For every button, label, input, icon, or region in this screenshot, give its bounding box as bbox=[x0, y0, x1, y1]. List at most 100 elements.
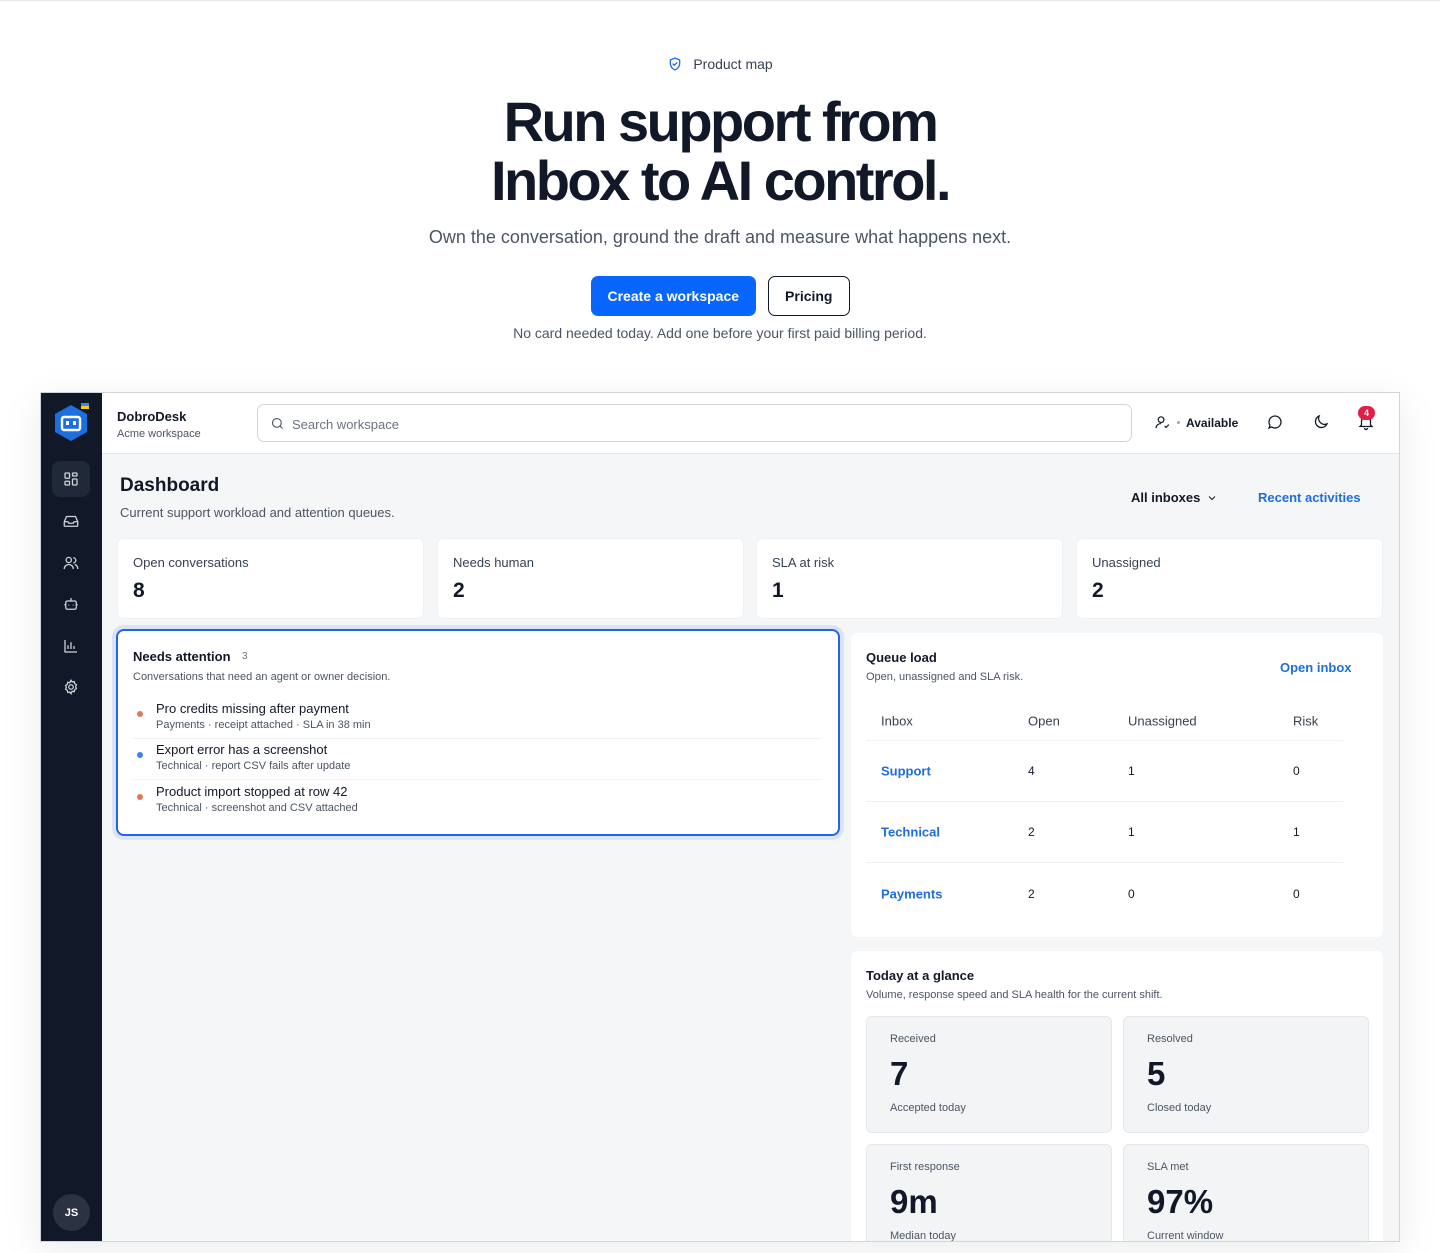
panel-subtitle: Volume, response speed and SLA health fo… bbox=[866, 989, 1163, 1001]
panel-title: Queue load bbox=[866, 650, 937, 665]
status-separator bbox=[1177, 421, 1180, 424]
list-item[interactable]: Product import stopped at row 42 Technic… bbox=[133, 781, 821, 822]
column-header: Risk bbox=[1293, 713, 1319, 728]
inbox-filter-dropdown[interactable]: All inboxes bbox=[1131, 490, 1218, 505]
item-title: Export error has a screenshot bbox=[156, 742, 328, 757]
table-header: Inbox Open Unassigned Risk bbox=[866, 701, 1343, 741]
top-bar: DobroDesk Acme workspace Available 4 bbox=[102, 393, 1399, 454]
metric-note: Accepted today bbox=[890, 1102, 966, 1114]
notification-badge: 4 bbox=[1358, 406, 1375, 420]
user-status-icon bbox=[1155, 416, 1170, 429]
panel-title: Needs attention bbox=[133, 649, 231, 664]
panel-subtitle: Open, unassigned and SLA risk. bbox=[866, 671, 1024, 683]
column-header: Open bbox=[1028, 713, 1060, 728]
metric-value: 97% bbox=[1147, 1183, 1214, 1220]
metric-note: Current window bbox=[1147, 1230, 1224, 1242]
stat-card[interactable]: Needs human 2 bbox=[437, 538, 744, 619]
today-at-a-glance-panel: Today at a glance Volume, response speed… bbox=[851, 951, 1383, 1242]
search-icon bbox=[271, 417, 283, 429]
inbox-link[interactable]: Support bbox=[881, 764, 931, 779]
metric-tile: Received 7 Accepted today bbox=[866, 1016, 1112, 1133]
app-preview: JS DobroDesk Acme workspace Available 4 … bbox=[40, 392, 1400, 1242]
table-cell: 0 bbox=[1128, 886, 1135, 901]
theme-toggle[interactable] bbox=[1312, 413, 1332, 433]
hero-title-line1: Run support from bbox=[503, 90, 939, 153]
eyebrow: Product map bbox=[0, 56, 1440, 72]
hero-subtitle: Own the conversation, ground the draft a… bbox=[428, 227, 1012, 247]
chat-button[interactable] bbox=[1266, 413, 1286, 433]
inbox-filter-label: All inboxes bbox=[1131, 490, 1201, 505]
item-title: Pro credits missing after payment bbox=[156, 701, 349, 716]
nav-dashboard[interactable] bbox=[52, 461, 90, 497]
priority-dot bbox=[137, 794, 143, 800]
table-cell: 1 bbox=[1128, 764, 1135, 778]
workspace-subtitle: Acme workspace bbox=[117, 428, 201, 440]
column-header: Unassigned bbox=[1128, 713, 1197, 728]
inbox-link[interactable]: Payments bbox=[881, 886, 942, 901]
metric-value: 5 bbox=[1147, 1055, 1166, 1092]
nav-settings[interactable] bbox=[52, 669, 90, 705]
table-cell: 1 bbox=[1128, 825, 1135, 839]
table-row: Technical 2 1 1 bbox=[866, 802, 1343, 863]
list-item[interactable]: Pro credits missing after payment Paymen… bbox=[133, 698, 821, 739]
metric-tile: SLA met 97% Current window bbox=[1123, 1144, 1369, 1242]
bot-icon bbox=[64, 598, 78, 610]
table-cell: 1 bbox=[1293, 825, 1300, 839]
user-avatar[interactable]: JS bbox=[53, 1194, 90, 1231]
stat-value: 2 bbox=[1092, 579, 1104, 602]
metric-label: First response bbox=[890, 1161, 960, 1173]
table-cell: 4 bbox=[1028, 764, 1035, 778]
open-inbox-link[interactable]: Open inbox bbox=[1280, 660, 1352, 675]
queue-load-panel: Queue load Open, unassigned and SLA risk… bbox=[851, 633, 1383, 937]
settings-icon bbox=[64, 678, 78, 696]
dashboard-icon bbox=[64, 472, 78, 486]
metric-value: 9m bbox=[890, 1183, 938, 1220]
page-title: Dashboard bbox=[120, 475, 220, 496]
table-cell: 0 bbox=[1293, 764, 1300, 778]
search-input[interactable] bbox=[292, 414, 1112, 434]
item-meta: Payments · receipt attached · SLA in 38 … bbox=[156, 719, 371, 731]
cta-note: No card needed today. Add one before you… bbox=[513, 325, 927, 341]
list-item[interactable]: Export error has a screenshot Technical … bbox=[133, 739, 821, 780]
item-title: Product import stopped at row 42 bbox=[156, 784, 348, 799]
panel-subtitle: Conversations that need an agent or owne… bbox=[133, 671, 391, 683]
metric-tile: Resolved 5 Closed today bbox=[1123, 1016, 1369, 1133]
hero-title: Run support from Inbox to AI control. bbox=[0, 92, 1440, 210]
stat-card[interactable]: SLA at risk 1 bbox=[756, 538, 1063, 619]
item-meta: Technical · report CSV fails after updat… bbox=[156, 760, 351, 772]
stat-value: 1 bbox=[772, 579, 784, 602]
metric-label: Resolved bbox=[1147, 1033, 1193, 1045]
analytics-icon bbox=[64, 640, 77, 653]
nav-rail: JS bbox=[41, 393, 102, 1241]
status-label: Available bbox=[1186, 415, 1239, 430]
nav-users[interactable] bbox=[52, 545, 90, 581]
inbox-link[interactable]: Technical bbox=[881, 825, 940, 840]
chevron-down-icon bbox=[1209, 495, 1216, 500]
metric-tile: First response 9m Median today bbox=[866, 1144, 1112, 1241]
table-cell: 2 bbox=[1028, 825, 1035, 839]
workspace-name[interactable]: DobroDesk bbox=[117, 409, 186, 424]
app-logo-icon[interactable] bbox=[52, 403, 90, 443]
page-subtitle: Current support workload and attention q… bbox=[120, 505, 395, 520]
cta-row: Create a workspace Pricing bbox=[0, 276, 1440, 316]
metric-value: 7 bbox=[890, 1055, 909, 1092]
users-icon bbox=[63, 556, 79, 570]
stat-label: SLA at risk bbox=[772, 555, 835, 570]
availability-status[interactable]: Available bbox=[1154, 414, 1238, 431]
table-cell: 0 bbox=[1293, 886, 1300, 901]
create-workspace-button[interactable]: Create a workspace bbox=[590, 276, 757, 316]
stat-card[interactable]: Open conversations 8 bbox=[117, 538, 424, 619]
search-box[interactable] bbox=[257, 404, 1132, 442]
nav-inbox[interactable] bbox=[52, 503, 90, 539]
stat-card[interactable]: Unassigned 2 bbox=[1076, 538, 1383, 619]
metric-note: Closed today bbox=[1147, 1102, 1212, 1114]
nav-bot[interactable] bbox=[52, 586, 90, 622]
eyebrow-label: Product map bbox=[693, 56, 773, 72]
pricing-button[interactable]: Pricing bbox=[768, 276, 850, 316]
stat-label: Unassigned bbox=[1092, 555, 1161, 570]
nav-analytics[interactable] bbox=[52, 628, 90, 664]
moon-icon bbox=[1314, 414, 1329, 429]
recent-activities-link[interactable]: Recent activities bbox=[1258, 490, 1361, 505]
metric-label: Received bbox=[890, 1033, 936, 1045]
needs-attention-panel: Needs attention 3 Conversations that nee… bbox=[116, 629, 840, 836]
